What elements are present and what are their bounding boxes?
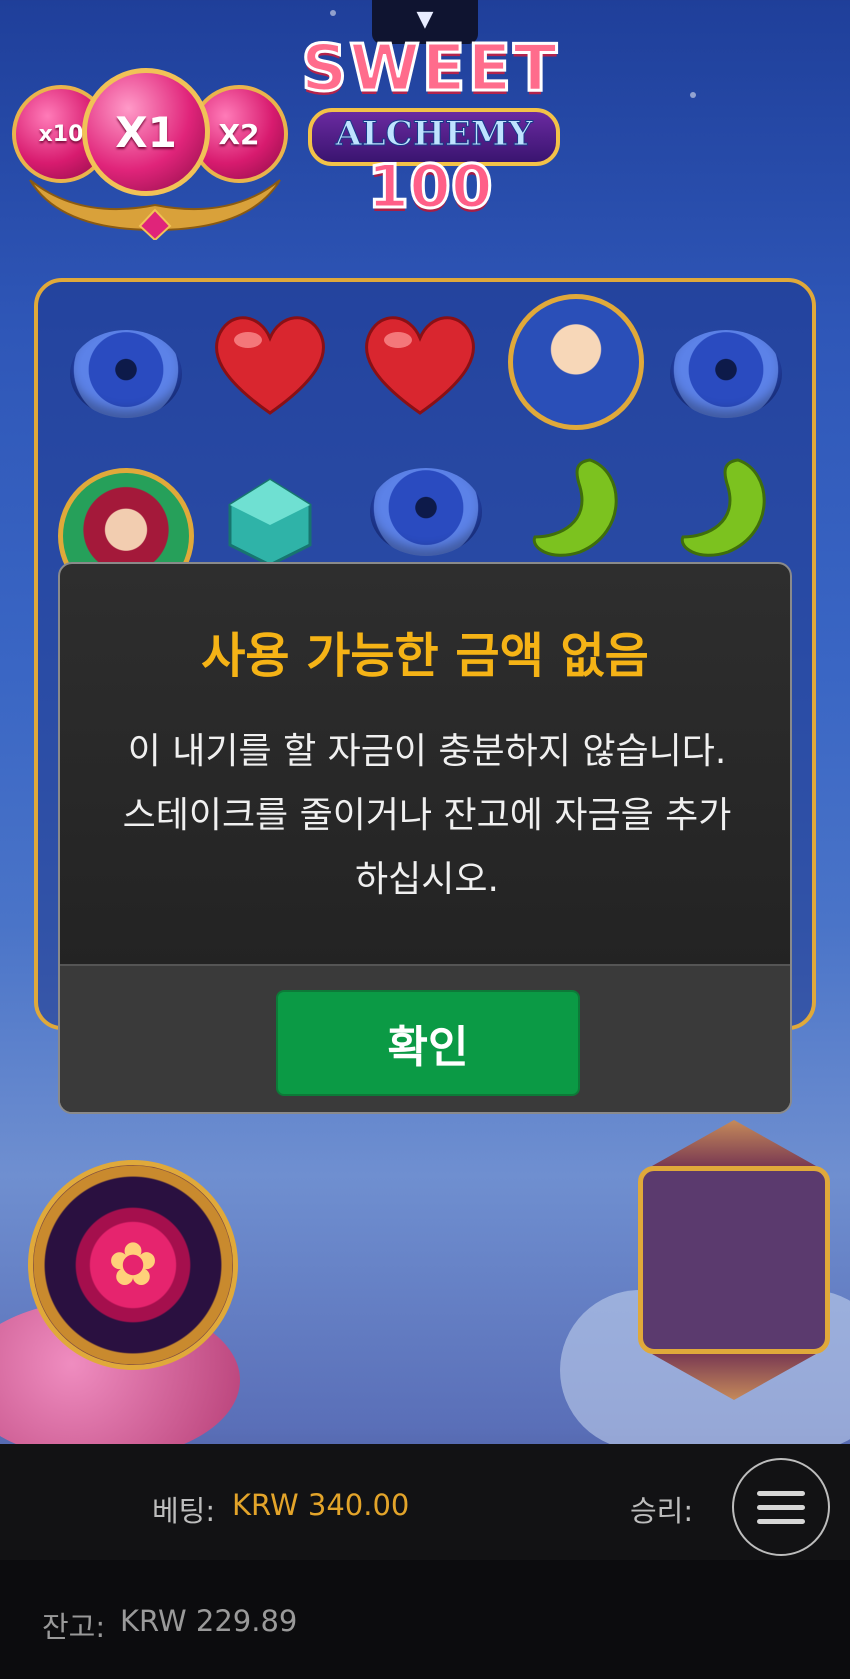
hamburger-icon-line [757,1518,805,1524]
ok-button[interactable]: 확인 [276,990,580,1096]
side-feature-panel [630,1120,838,1400]
green-bean-candy-icon [680,458,766,557]
sparkle [690,92,696,98]
blue-donut-candy-icon [670,330,782,418]
bet-value[interactable]: KRW 340.00 [232,1488,409,1522]
blue-donut-candy-icon [70,330,182,418]
game-logo: SWEET ALCHEMY 100 [270,24,590,224]
dialog-message: 이 내기를 할 자금이 충분하지 않습니다. 스테이크를 줄이거나 잔고에 자금… [90,720,764,912]
red-heart-candy-icon [215,316,325,415]
logo-100-text: 100 [366,151,494,224]
multiplier-orb-center: X1 [82,68,210,196]
multiplier-display: x10 X2 X1 [0,0,300,240]
panel-top-ornament [652,1120,816,1166]
multiplier-center-label: X1 [115,107,177,157]
hamburger-icon-line [757,1504,805,1510]
blue-donut-candy-icon [370,468,482,556]
dialog-title: 사용 가능한 금액 없음 [201,628,649,684]
multiplier-left-label: x10 [38,121,84,147]
balance-label: 잔고: [42,1610,106,1644]
bet-label: 베팅: [152,1494,216,1528]
dialog-footer: 확인 [60,964,790,1112]
dialog-message-line-1: 이 내기를 할 자금이 충분하지 않습니다. [127,731,727,772]
dialog-message-line-3: 하십시오. [355,859,499,900]
green-bean-candy-icon [532,458,618,557]
teal-cube-candy-icon [228,478,312,567]
menu-button[interactable] [732,1458,830,1556]
hamburger-icon-line [757,1490,805,1496]
blonde-alchemist-portrait-icon [508,294,644,430]
logo-alchemy-text: ALCHEMY [335,114,533,155]
win-label: 승리: [630,1494,694,1528]
insufficient-funds-dialog: 사용 가능한 금액 없음 이 내기를 할 자금이 충분하지 않습니다. 스테이크… [58,562,792,1114]
feature-orb-button: ✿ [28,1160,238,1370]
panel-bottom-ornament [652,1354,816,1400]
multiplier-right-label: X2 [218,117,260,151]
sparkle [330,10,336,16]
logo-sweet-text: SWEET [300,31,559,108]
panel-inner [638,1166,830,1354]
bet-bar: 베팅: KRW 340.00 승리: [0,1444,850,1560]
balance-bar: 잔고: KRW 229.89 [0,1560,850,1679]
flower-star-icon: ✿ [107,1230,159,1300]
balance-value: KRW 229.89 [120,1604,298,1638]
dialog-message-line-2: 스테이크를 줄이거나 잔고에 자금을 추가 [122,795,732,836]
red-heart-candy-icon [365,316,475,415]
